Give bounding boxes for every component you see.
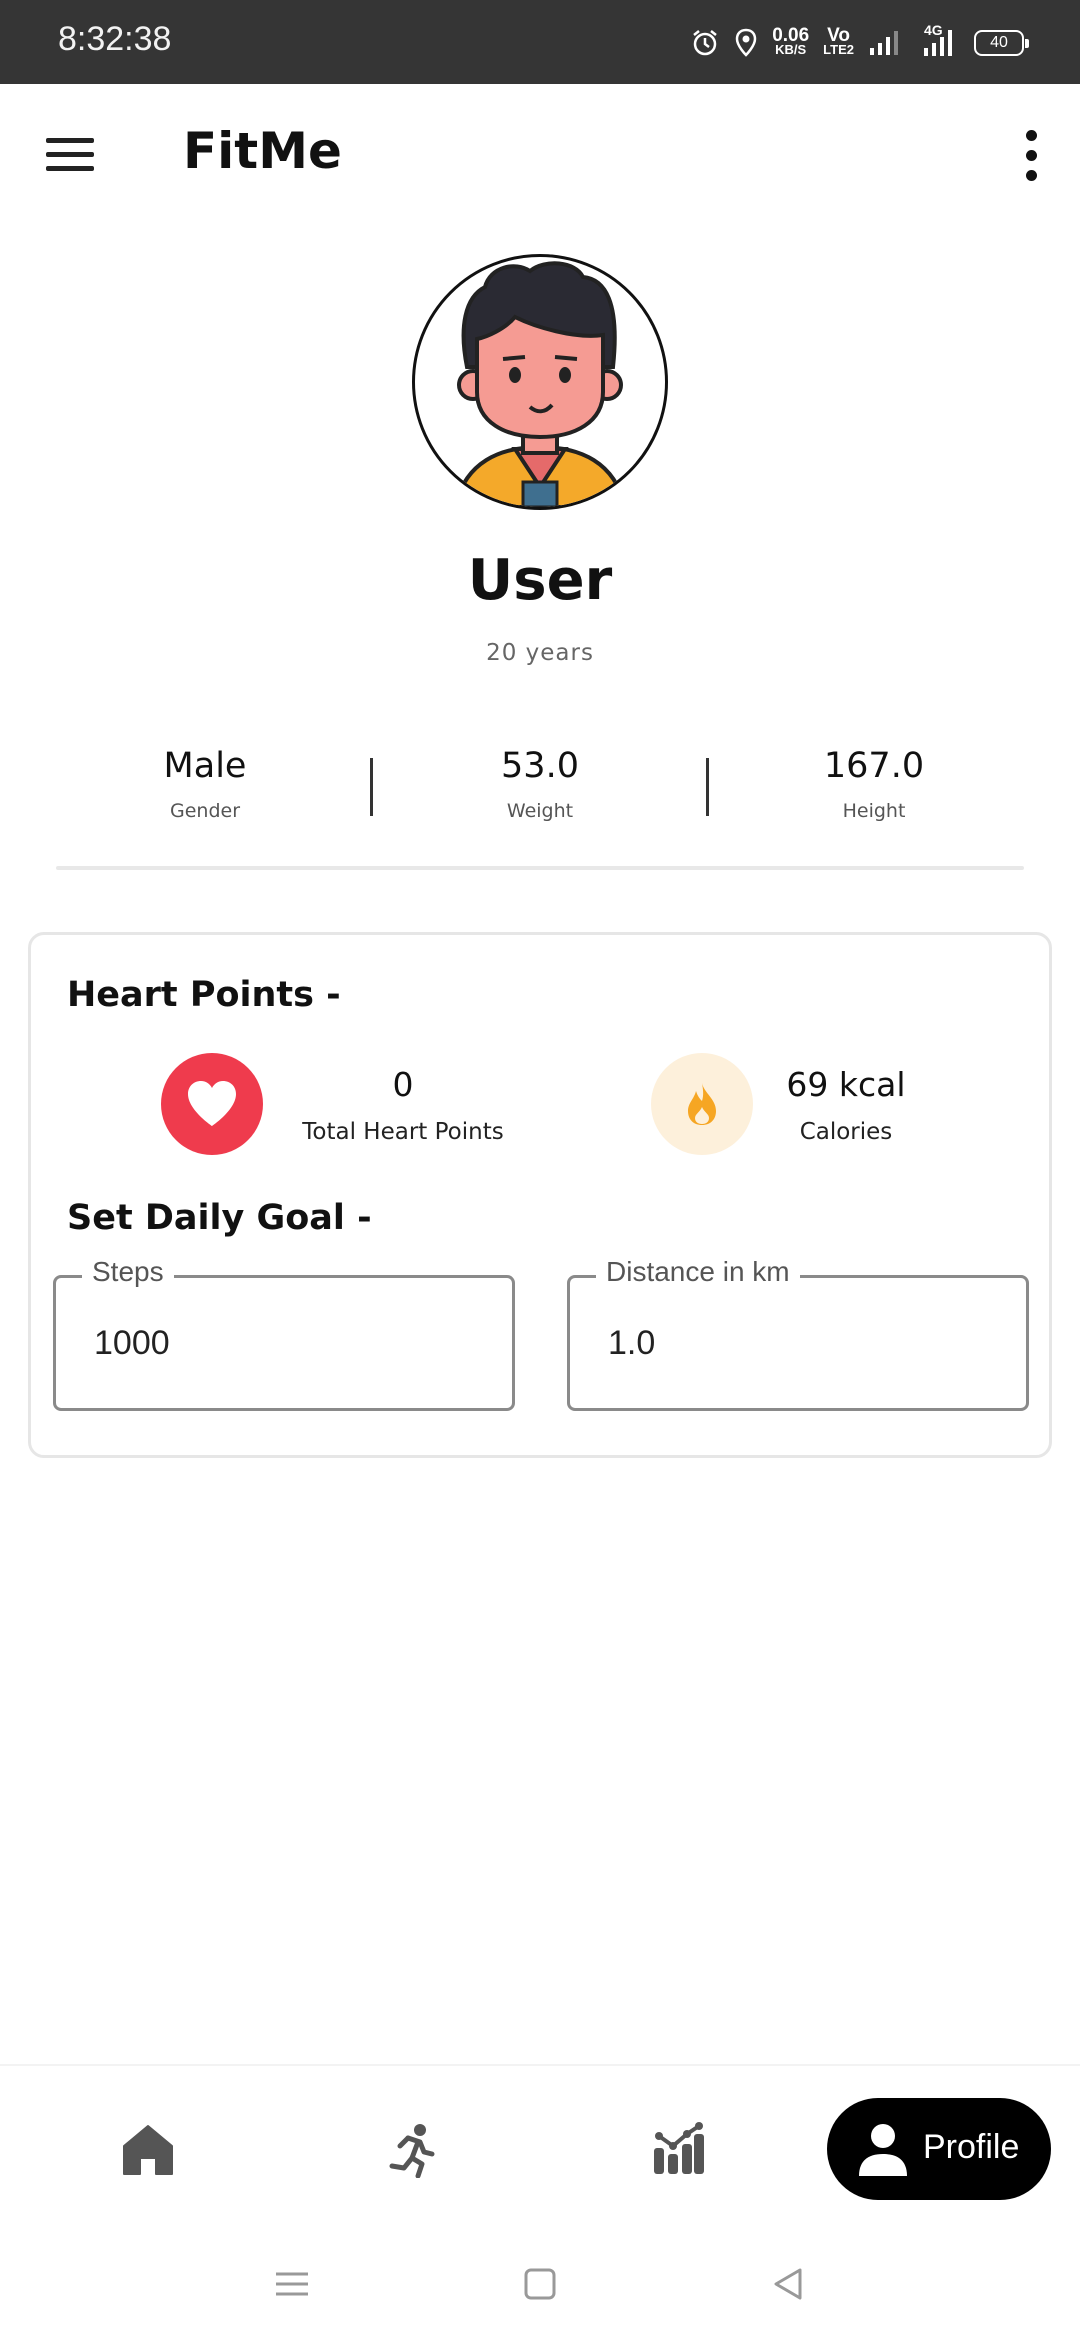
home-icon: [123, 2125, 173, 2175]
flame-icon: [651, 1053, 753, 1155]
person-icon: [859, 2124, 907, 2176]
fitness-card: Heart Points - 0 Total Heart Points 69 k…: [28, 932, 1052, 1458]
heart-points-title: Heart Points -: [67, 975, 341, 1015]
signal-strength-2-icon: [924, 30, 952, 56]
section-divider: [56, 866, 1024, 870]
user-age: 20 years: [486, 640, 594, 666]
calories-value: 69 kcal: [786, 1065, 906, 1104]
stat-height-label: Height: [842, 800, 906, 822]
more-vertical-icon[interactable]: [1002, 124, 1062, 194]
avatar-illustration: [452, 261, 628, 507]
back-icon[interactable]: [758, 2254, 818, 2314]
distance-field-label: Distance in km: [596, 1256, 800, 1288]
system-navigation-bar: [0, 2230, 1080, 2340]
location-icon: [735, 28, 757, 57]
nav-profile[interactable]: Profile: [827, 2098, 1051, 2200]
bottom-navigation: Profile: [0, 2064, 1080, 2230]
running-icon: [389, 2124, 435, 2178]
network-speed: 0.06 KB/S: [772, 25, 810, 57]
daily-goal-title: Set Daily Goal -: [67, 1198, 372, 1238]
battery-indicator: 40: [974, 30, 1029, 56]
recents-icon[interactable]: [262, 2254, 322, 2314]
nav-home[interactable]: [108, 2122, 188, 2202]
heart-points-label: Total Heart Points: [302, 1119, 504, 1145]
stat-gender-value: Male: [163, 746, 247, 786]
status-icons: 0.06 KB/S Vo LTE2 4G 40: [690, 22, 1029, 64]
stat-gender-label: Gender: [169, 800, 241, 822]
heart-icon: [161, 1053, 263, 1155]
stat-weight-label: Weight: [506, 800, 574, 822]
stat-divider: [706, 758, 709, 816]
volte-indicator: Vo LTE2: [823, 25, 854, 57]
home-button-icon[interactable]: [510, 2254, 570, 2314]
distance-field[interactable]: Distance in km: [567, 1256, 1029, 1411]
signal-4g-indicator: 4G: [916, 22, 960, 60]
stat-divider: [370, 758, 373, 816]
hamburger-menu-icon[interactable]: [40, 128, 100, 188]
volte-bottom: LTE2: [823, 42, 854, 57]
user-name: User: [467, 548, 613, 613]
stats-chart-icon: [654, 2122, 704, 2174]
stat-weight: 53.0 Weight: [390, 746, 690, 822]
stat-height: 167.0 Height: [724, 746, 1024, 822]
app-bar: FitMe: [0, 84, 1080, 230]
stat-weight-value: 53.0: [501, 746, 579, 786]
nav-activity[interactable]: [372, 2122, 452, 2202]
heart-points-value: 0: [392, 1065, 414, 1104]
network-speed-value: 0.06: [772, 25, 810, 46]
stat-gender: Male Gender: [55, 746, 355, 822]
steps-field[interactable]: Steps: [53, 1256, 515, 1411]
user-avatar[interactable]: [412, 254, 668, 510]
nav-stats[interactable]: [638, 2122, 718, 2202]
distance-input[interactable]: [608, 1324, 988, 1363]
app-title: FitMe: [183, 122, 342, 180]
volte-top: Vo: [827, 25, 851, 46]
profile-stats: Male Gender 53.0 Weight 167.0 Height: [0, 746, 1080, 836]
status-time: 8:32:38: [58, 20, 172, 58]
steps-input[interactable]: [94, 1324, 474, 1363]
nav-profile-label: Profile: [923, 2128, 1020, 2166]
stat-height-value: 167.0: [823, 746, 925, 786]
network-speed-unit: KB/S: [775, 42, 807, 57]
alarm-icon: [693, 30, 717, 56]
steps-field-label: Steps: [82, 1256, 174, 1288]
calories-label: Calories: [799, 1119, 893, 1145]
status-bar: 8:32:38 0.06 KB/S Vo LTE2 4G 40: [0, 0, 1080, 84]
signal-strength-icon: [870, 31, 898, 55]
